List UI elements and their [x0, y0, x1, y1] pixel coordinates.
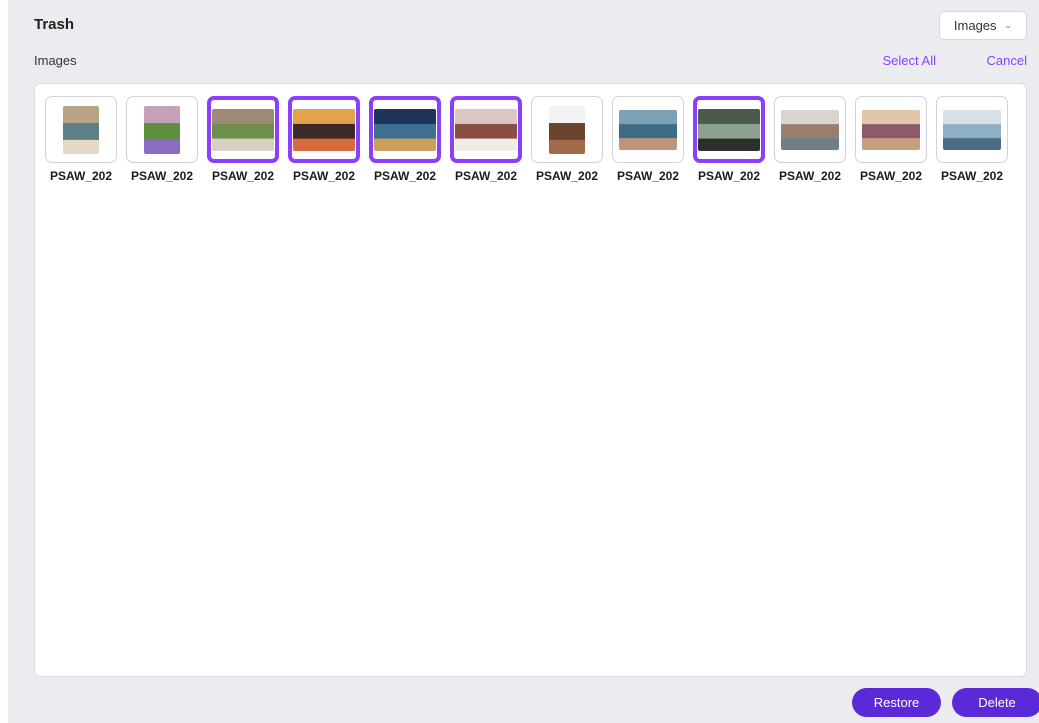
photo-preview — [781, 109, 839, 150]
image-thumbnail[interactable] — [612, 96, 684, 163]
image-filename: PSAW_202 — [373, 169, 437, 183]
delete-button[interactable]: Delete — [952, 688, 1039, 717]
image-filename: PSAW_202 — [211, 169, 275, 183]
image-filename: PSAW_202 — [454, 169, 518, 183]
image-item[interactable]: PSAW_202 — [450, 96, 522, 183]
image-grid: PSAW_202 PSAW_202 PSAW_202 PSAW_202 PSAW_202… — [45, 96, 1008, 183]
image-item[interactable]: PSAW_202 — [936, 96, 1008, 183]
photo-preview — [943, 109, 1001, 150]
image-thumbnail[interactable] — [855, 96, 927, 163]
image-filename: PSAW_202 — [292, 169, 356, 183]
image-thumbnail[interactable] — [207, 96, 279, 163]
select-all-link[interactable]: Select All — [883, 53, 936, 68]
photo-preview — [619, 109, 677, 150]
image-filename: PSAW_202 — [130, 169, 194, 183]
photo-preview — [862, 109, 920, 150]
type-filter-dropdown[interactable]: Images ⌄ — [939, 11, 1027, 40]
image-thumbnail[interactable] — [369, 96, 441, 163]
image-thumbnail[interactable] — [936, 96, 1008, 163]
photo-preview — [212, 108, 274, 151]
image-thumbnail[interactable] — [126, 96, 198, 163]
image-filename: PSAW_202 — [49, 169, 113, 183]
photo-preview — [63, 105, 99, 154]
cancel-link[interactable]: Cancel — [987, 53, 1027, 68]
photo-preview — [698, 108, 760, 151]
image-filename: PSAW_202 — [778, 169, 842, 183]
photo-preview — [374, 108, 436, 151]
photo-preview — [144, 105, 180, 154]
photo-preview — [549, 105, 585, 154]
image-item[interactable]: PSAW_202 — [288, 96, 360, 183]
image-item[interactable]: PSAW_202 — [207, 96, 279, 183]
image-filename: PSAW_202 — [859, 169, 923, 183]
image-filename: PSAW_202 — [697, 169, 761, 183]
photo-preview — [293, 108, 355, 151]
page-title: Trash — [34, 16, 75, 33]
image-thumbnail[interactable] — [531, 96, 603, 163]
image-thumbnail[interactable] — [45, 96, 117, 163]
image-item[interactable]: PSAW_202 — [369, 96, 441, 183]
image-item[interactable]: PSAW_202 — [693, 96, 765, 183]
trash-window: Trash Images ⌄ Images Select All Cancel … — [8, 0, 1039, 723]
trash-items-panel: PSAW_202 PSAW_202 PSAW_202 PSAW_202 PSAW_202… — [34, 83, 1027, 677]
section-label: Images — [34, 53, 77, 68]
image-filename: PSAW_202 — [535, 169, 599, 183]
filter-selected-value: Images — [953, 18, 997, 33]
restore-button[interactable]: Restore — [852, 688, 941, 717]
image-item[interactable]: PSAW_202 — [612, 96, 684, 183]
image-thumbnail[interactable] — [774, 96, 846, 163]
image-item[interactable]: PSAW_202 — [126, 96, 198, 183]
image-item[interactable]: PSAW_202 — [531, 96, 603, 183]
image-thumbnail[interactable] — [450, 96, 522, 163]
image-filename: PSAW_202 — [940, 169, 1004, 183]
photo-preview — [455, 108, 517, 151]
image-thumbnail[interactable] — [288, 96, 360, 163]
image-thumbnail[interactable] — [693, 96, 765, 163]
image-item[interactable]: PSAW_202 — [774, 96, 846, 183]
image-item[interactable]: PSAW_202 — [45, 96, 117, 183]
image-filename: PSAW_202 — [616, 169, 680, 183]
image-item[interactable]: PSAW_202 — [855, 96, 927, 183]
chevron-down-icon: ⌄ — [1004, 20, 1013, 30]
